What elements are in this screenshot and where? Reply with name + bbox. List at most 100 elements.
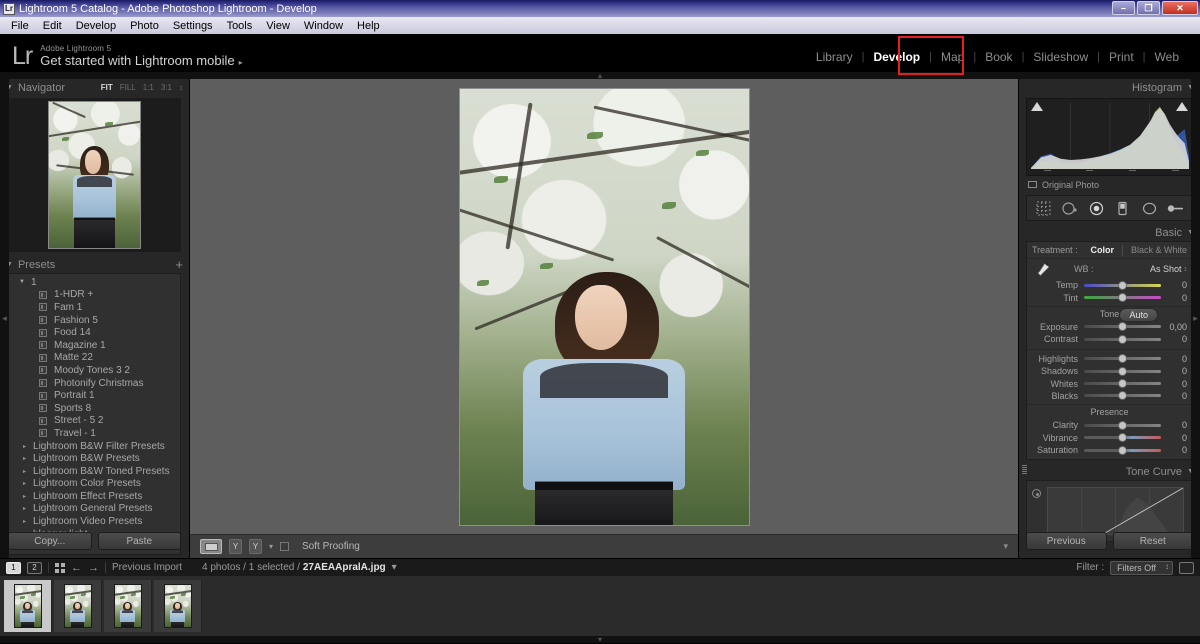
slider-contrast[interactable]: Contrast 0 — [1027, 333, 1192, 345]
module-slideshow[interactable]: Slideshow — [1024, 47, 1097, 67]
preset-group-triangle-icon[interactable]: ▼ — [19, 279, 25, 285]
folder-triangle-icon[interactable]: ▸ — [23, 443, 26, 450]
copy-button[interactable]: Copy... — [8, 532, 92, 550]
preset-item[interactable]: Portrait 1 — [9, 389, 180, 402]
folder-triangle-icon[interactable]: ▸ — [23, 505, 26, 512]
view-mode-2-button[interactable]: 2 — [27, 561, 42, 574]
preset-item[interactable]: Fashion 5 — [9, 314, 180, 327]
filmstrip-thumbnail[interactable] — [54, 580, 102, 632]
menu-file[interactable]: File — [4, 19, 36, 33]
auto-tone-button[interactable]: Auto — [1119, 307, 1158, 322]
treatment-color-option[interactable]: Color — [1090, 245, 1114, 255]
reset-button[interactable]: Reset — [1112, 532, 1193, 550]
folder-triangle-icon[interactable]: ▸ — [23, 518, 26, 525]
spot-removal-tool[interactable] — [1060, 199, 1079, 218]
slider-track[interactable] — [1084, 322, 1161, 332]
slider-value[interactable]: 0 — [1161, 366, 1187, 376]
left-panel-collapse-arrow[interactable]: ◂ — [0, 79, 9, 558]
zoom-stepper-icon[interactable]: ↕ — [179, 83, 183, 92]
folder-triangle-icon[interactable]: ▸ — [23, 468, 26, 475]
tone-curve-header[interactable]: Tone Curve ▼ — [1019, 463, 1200, 481]
close-button[interactable]: ✕ — [1162, 1, 1198, 15]
slider-tint[interactable]: Tint 0 — [1027, 291, 1192, 303]
preset-folder[interactable]: ▸ Lightroom Effect Presets — [9, 490, 180, 503]
slider-knob[interactable] — [1118, 420, 1127, 430]
preset-folder[interactable]: ▸ Lightroom B&W Presets — [9, 452, 180, 465]
slider-value[interactable]: 0,00 — [1161, 322, 1187, 332]
loupe-view[interactable] — [190, 79, 1018, 534]
slider-track[interactable] — [1084, 379, 1161, 389]
menu-settings[interactable]: Settings — [166, 19, 220, 33]
slider-value[interactable]: 0 — [1161, 420, 1187, 430]
highlight-clipping-icon[interactable] — [1176, 102, 1188, 111]
slider-vibrance[interactable]: Vibrance 0 — [1027, 432, 1192, 444]
tone-curve-grid[interactable] — [1047, 487, 1184, 536]
slider-knob[interactable] — [1118, 334, 1127, 344]
preset-group-row[interactable]: ▼ 1 — [9, 276, 180, 289]
preset-item[interactable]: Photonify Christmas — [9, 377, 180, 390]
histogram-header[interactable]: Histogram ▼ — [1019, 79, 1200, 96]
slider-exposure[interactable]: Exposure 0,00 — [1027, 321, 1192, 333]
slider-clarity[interactable]: Clarity 0 — [1027, 419, 1192, 431]
before-after-icon-right[interactable]: Y — [249, 539, 262, 554]
menu-photo[interactable]: Photo — [123, 19, 166, 33]
preset-item[interactable]: Sports 8 — [9, 402, 180, 415]
main-photo[interactable] — [458, 87, 750, 526]
slider-highlights[interactable]: Highlights 0 — [1027, 353, 1192, 365]
filmstrip-thumbnail[interactable] — [104, 580, 152, 632]
slider-knob[interactable] — [1118, 322, 1127, 332]
slider-blacks[interactable]: Blacks 0 — [1027, 390, 1192, 402]
paste-button[interactable]: Paste — [97, 532, 181, 550]
preset-item[interactable]: Matte 22 — [9, 352, 180, 365]
filmstrip-thumbnail[interactable] — [4, 580, 52, 632]
radial-filter-tool[interactable] — [1140, 199, 1159, 218]
preset-item[interactable]: Street - 5 2 — [9, 415, 180, 428]
toolbar-dropdown-icon[interactable]: ▾ — [1003, 541, 1008, 552]
preset-folder[interactable]: ▸ Lightroom B&W Filter Presets — [9, 440, 180, 453]
before-after-icon-left[interactable]: Y — [229, 539, 242, 554]
white-balance-stepper-icon[interactable]: ↕ — [1184, 266, 1188, 273]
slider-value[interactable]: 0 — [1161, 445, 1187, 455]
slider-knob[interactable] — [1118, 293, 1127, 303]
preset-item[interactable]: 1-HDR + — [9, 289, 180, 302]
slider-value[interactable]: 0 — [1161, 379, 1187, 389]
slider-knob[interactable] — [1118, 366, 1127, 376]
previous-button[interactable]: Previous — [1026, 532, 1107, 550]
filmstrip-thumbnail[interactable] — [154, 580, 202, 632]
top-panel-collapse-arrow[interactable]: ▴ — [0, 71, 1200, 80]
identity-plate[interactable]: Lr Adobe Lightroom 5 Get started with Li… — [0, 44, 243, 69]
slider-track[interactable] — [1084, 354, 1161, 364]
slider-knob[interactable] — [1118, 445, 1127, 455]
preset-item[interactable]: Fam 1 — [9, 301, 180, 314]
navigator-header[interactable]: ▼ Navigator FIT FILL 1:1 3:1 ↕ — [0, 79, 189, 96]
menu-tools[interactable]: Tools — [220, 19, 260, 33]
module-develop[interactable]: Develop — [864, 47, 929, 67]
folder-triangle-icon[interactable]: ▸ — [23, 455, 26, 462]
histogram-chart[interactable] — [1026, 98, 1193, 176]
restore-button[interactable]: ❐ — [1137, 1, 1160, 15]
go-back-icon[interactable]: ← — [71, 562, 82, 574]
basic-header[interactable]: Basic ▼ — [1019, 224, 1200, 241]
view-dropdown-icon[interactable]: ▾ — [269, 542, 273, 551]
slider-value[interactable]: 0 — [1161, 354, 1187, 364]
slider-value[interactable]: 0 — [1161, 293, 1187, 303]
menu-view[interactable]: View — [259, 19, 297, 33]
minimize-button[interactable]: – — [1112, 1, 1135, 15]
menu-edit[interactable]: Edit — [36, 19, 69, 33]
module-web[interactable]: Web — [1146, 47, 1188, 67]
filter-select[interactable]: Filters Off — [1110, 560, 1173, 575]
preset-item[interactable]: Food 14 — [9, 326, 180, 339]
slider-value[interactable]: 0 — [1161, 391, 1187, 401]
slider-track[interactable] — [1084, 334, 1161, 344]
menu-help[interactable]: Help — [350, 19, 387, 33]
preset-folder[interactable]: ▸ Lightroom Video Presets — [9, 515, 180, 528]
loupe-view-icon[interactable] — [200, 539, 222, 554]
slider-track[interactable] — [1084, 366, 1161, 376]
grid-view-icon[interactable] — [55, 562, 65, 573]
filmstrip-collapse-arrow[interactable]: ▾ — [0, 635, 1200, 644]
zoom-3-1[interactable]: 3:1 — [161, 83, 172, 92]
right-panel-collapse-arrow[interactable]: ▸ — [1191, 79, 1200, 558]
add-preset-icon[interactable]: + — [175, 258, 183, 271]
adjustment-brush-tool[interactable] — [1166, 199, 1185, 218]
folder-triangle-icon[interactable]: ▸ — [23, 480, 26, 487]
